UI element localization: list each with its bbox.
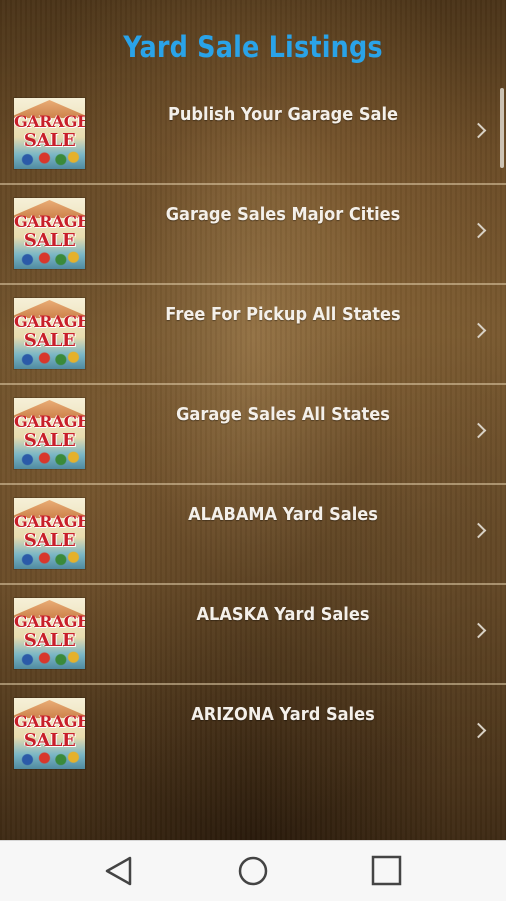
list-item-label: ARIZONA Yard Sales [191, 704, 375, 725]
thumbnail-items-graphic [18, 550, 81, 566]
thumbnail-word-sale: SALE [23, 230, 76, 251]
garage-sale-thumbnail: GARAGE SALE [14, 298, 85, 369]
list-item-arizona[interactable]: GARAGE SALE ARIZONA Yard Sales [0, 685, 506, 783]
thumbnail-word-garage: GARAGE [14, 112, 85, 131]
thumbnail-word-garage: GARAGE [14, 512, 85, 531]
page-title: Yard Sale Listings [123, 30, 383, 64]
garage-sale-thumbnail: GARAGE SALE [14, 598, 85, 669]
back-icon [105, 856, 132, 886]
thumbnail-word-garage: GARAGE [14, 412, 85, 431]
home-button[interactable] [235, 855, 271, 887]
list-item-publish-garage-sale[interactable]: GARAGE SALE Publish Your Garage Sale [0, 85, 506, 185]
recent-apps-icon [371, 855, 402, 886]
list-item-label: Free For Pickup All States [165, 304, 401, 325]
back-button[interactable] [102, 855, 138, 887]
thumbnail-word-sale: SALE [23, 130, 76, 151]
thumbnail-word-garage: GARAGE [14, 612, 85, 631]
list-item-major-cities[interactable]: GARAGE SALE Garage Sales Major Cities [0, 185, 506, 285]
list-item-label: Publish Your Garage Sale [168, 104, 398, 125]
thumbnail-items-graphic [18, 450, 81, 466]
chevron-right-icon [470, 422, 487, 439]
list-item-label: Garage Sales Major Cities [165, 204, 401, 225]
thumbnail-word-sale: SALE [23, 430, 76, 451]
chevron-right-icon [470, 622, 487, 639]
thumbnail-items-graphic [18, 150, 81, 166]
list-item-label: ALASKA Yard Sales [196, 604, 370, 625]
chevron-right-icon [470, 522, 487, 539]
chevron-right-icon [470, 722, 487, 739]
list-item-alaska[interactable]: GARAGE SALE ALASKA Yard Sales [0, 585, 506, 685]
thumbnail-word-garage: GARAGE [14, 712, 85, 731]
home-icon [238, 856, 268, 886]
thumbnail-word-sale: SALE [23, 330, 76, 351]
scrollbar[interactable] [500, 88, 504, 168]
chevron-right-icon [470, 122, 487, 139]
garage-sale-thumbnail: GARAGE SALE [14, 98, 85, 169]
list-item-label: Garage Sales All States [176, 404, 390, 425]
garage-sale-thumbnail: GARAGE SALE [14, 398, 85, 469]
chevron-right-icon [470, 322, 487, 339]
thumbnail-items-graphic [18, 250, 81, 266]
garage-sale-thumbnail: GARAGE SALE [14, 698, 85, 769]
list-item-label: ALABAMA Yard Sales [188, 504, 378, 525]
list-item-free-pickup[interactable]: GARAGE SALE Free For Pickup All States [0, 285, 506, 385]
list-item-alabama[interactable]: GARAGE SALE ALABAMA Yard Sales [0, 485, 506, 585]
listing-list: GARAGE SALE Publish Your Garage Sale GAR… [0, 85, 506, 783]
thumbnail-word-garage: GARAGE [14, 212, 85, 231]
thumbnail-items-graphic [18, 650, 81, 666]
chevron-right-icon [470, 222, 487, 239]
thumbnail-word-garage: GARAGE [14, 312, 85, 331]
list-item-all-states[interactable]: GARAGE SALE Garage Sales All States [0, 385, 506, 485]
thumbnail-word-sale: SALE [23, 530, 76, 551]
thumbnail-items-graphic [18, 350, 81, 366]
garage-sale-thumbnail: GARAGE SALE [14, 198, 85, 269]
thumbnail-word-sale: SALE [23, 630, 76, 651]
thumbnail-word-sale: SALE [23, 730, 76, 751]
garage-sale-thumbnail: GARAGE SALE [14, 498, 85, 569]
android-navigation-bar [0, 840, 506, 901]
recent-apps-button[interactable] [368, 855, 404, 887]
thumbnail-items-graphic [18, 750, 81, 766]
app-screen: Yard Sale Listings GARAGE SALE Publish Y… [0, 0, 506, 840]
